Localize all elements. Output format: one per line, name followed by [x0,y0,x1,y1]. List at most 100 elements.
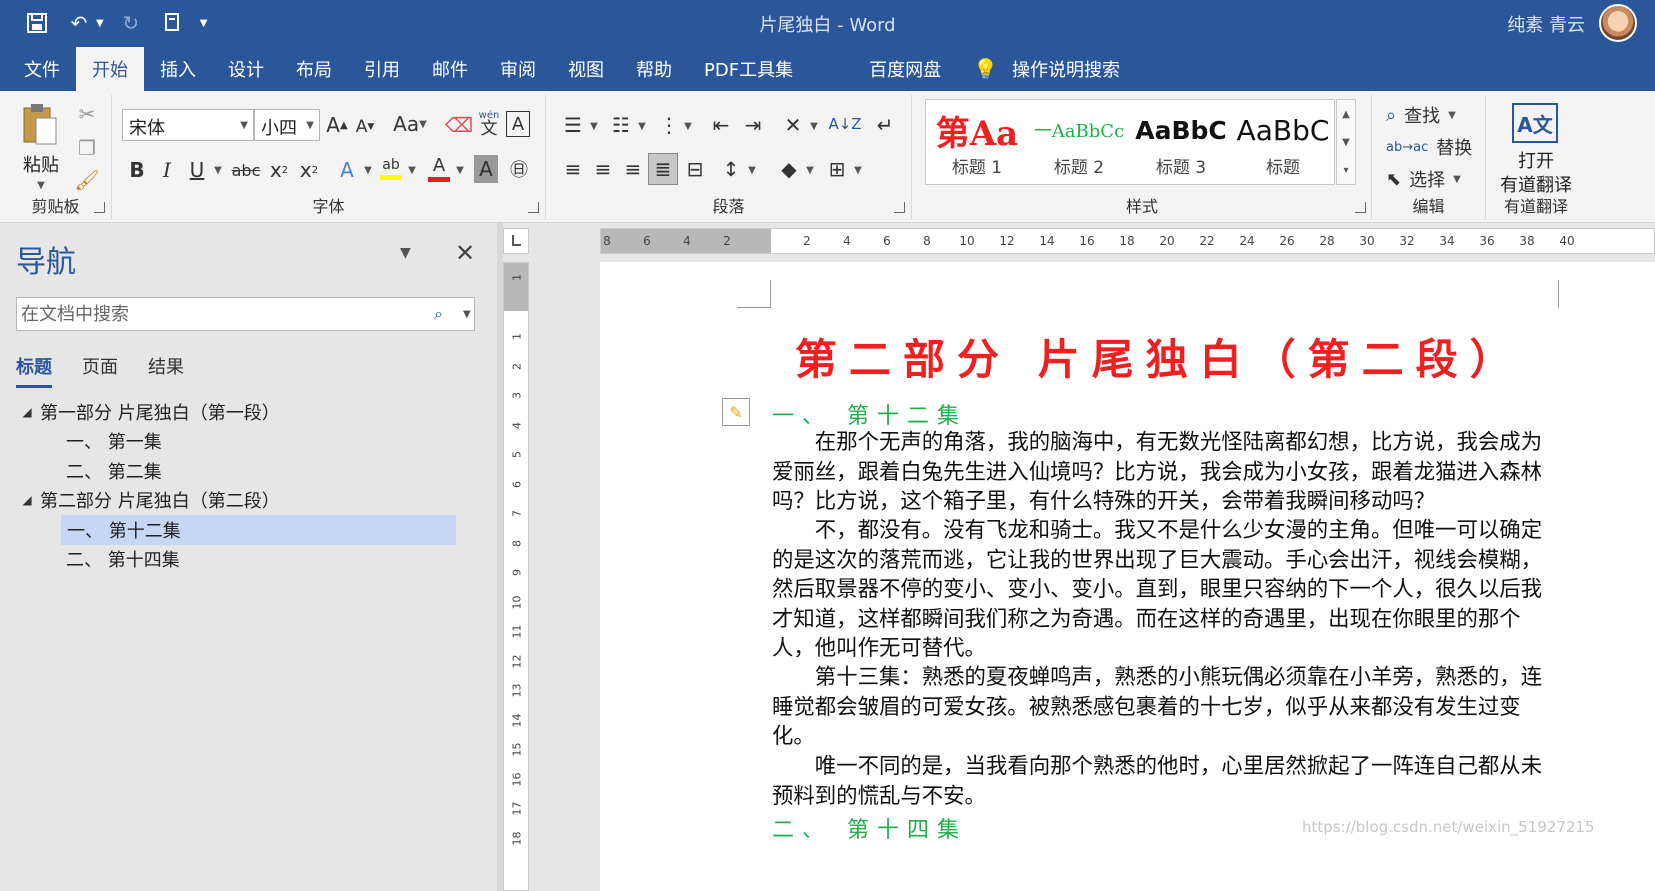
nav-search-box[interactable]: ⌕ ▼ [16,297,475,331]
tab-layout[interactable]: 布局 [280,47,348,91]
bullets-dropdown-icon[interactable]: ▼ [588,119,600,133]
phonetic-guide-icon[interactable]: wén 文 [476,107,502,141]
highlight-icon[interactable]: ab [378,153,404,185]
paragraph-launcher-icon[interactable] [894,202,905,213]
subscript-icon[interactable]: x2 [266,155,292,185]
tree-item-part-2[interactable]: ◢ 第二部分 片尾独白（第二段） [14,486,459,516]
nav-tab-pages[interactable]: 页面 [82,353,118,388]
numbering-icon[interactable]: ☷ [606,111,636,139]
character-border-icon[interactable]: A [506,111,530,137]
line-spacing-dropdown-icon[interactable]: ▼ [746,163,758,177]
document-page[interactable]: 第二部分 片尾独白（第二段） ✎ 一、 第十二集 在那个无声的角落，我的脑海中，… [600,262,1655,891]
style-heading-2[interactable]: 一AaBbCc 标题 2 [1028,100,1130,184]
tree-item-part-1[interactable]: ◢ 第一部分 片尾独白（第一段） [14,397,459,427]
styles-scroll-down-icon[interactable]: ▼ [1342,137,1350,148]
styles-gallery-scroll[interactable]: ▲ ▼ ▾ [1336,99,1356,185]
tab-design[interactable]: 设计 [212,47,280,91]
style-title[interactable]: AaBbC 标题 [1232,100,1334,184]
nav-search-input[interactable] [17,298,417,330]
underline-dropdown-icon[interactable]: ▼ [212,163,224,177]
show-marks-icon[interactable]: ↵ [870,111,900,139]
tab-selector-icon[interactable] [503,228,529,254]
styles-scroll-up-icon[interactable]: ▲ [1342,109,1350,120]
asian-layout-icon[interactable]: ✕ [778,111,808,139]
close-icon[interactable]: ✕ [455,239,475,267]
shrink-font-icon[interactable]: A ▼ [352,113,378,141]
numbering-dropdown-icon[interactable]: ▼ [636,119,648,133]
highlight-dropdown-icon[interactable]: ▼ [406,163,418,177]
paragraph-3[interactable]: 第十三集：熟悉的夏夜蝉鸣声，熟悉的小熊玩偶必须靠在小羊旁，熟悉的，连睡觉都会皱眉… [772,663,1562,752]
tab-baidu-netdisk[interactable]: 百度网盘 [853,47,957,91]
change-case-icon[interactable]: Aa ▼ [390,109,430,139]
format-painter-icon[interactable]: 🖌 [74,167,100,193]
tree-item-ep-1[interactable]: 一、 第一集 [14,427,459,457]
tab-review[interactable]: 审阅 [484,47,552,91]
select-dropdown-icon[interactable]: ▼ [1453,174,1461,185]
font-launcher-icon[interactable] [528,202,539,213]
paste-dropdown-icon[interactable]: ▼ [34,179,48,191]
shading-dropdown-icon[interactable]: ▼ [804,163,816,177]
tab-home[interactable]: 开始 [76,47,144,91]
shading-icon[interactable]: ◆ [774,155,804,183]
paste-icon[interactable] [18,101,62,149]
tree-item-ep-2[interactable]: 二、 第二集 [14,456,459,486]
paragraph-1[interactable]: 在那个无声的角落，我的脑海中，有无数光怪陆离都幻想，比方说，我会成为爱丽丝，跟着… [772,428,1562,517]
text-effects-dropdown-icon[interactable]: ▼ [362,163,374,177]
paste-label[interactable]: 粘贴 [18,151,64,177]
justify-icon[interactable]: ≣ [648,153,678,185]
undo-icon[interactable]: ↶ [64,8,94,38]
open-youdao-line1[interactable]: 打开 [1488,147,1584,173]
distributed-icon[interactable]: ⊟ [680,155,710,183]
undo-dropdown-icon[interactable]: ▼ [96,18,104,29]
horizontal-ruler[interactable]: 8 6 4 2 2 4 6 8 10 12 14 16 18 20 22 24 26 28 30 32 34 36 38 40 [600,228,1655,254]
document-title[interactable]: 第二部分 片尾独白（第二段） [795,326,1524,387]
find-dropdown-icon[interactable]: ▼ [1448,110,1456,121]
bullets-icon[interactable]: ☰ [558,111,588,139]
font-color-dropdown-icon[interactable]: ▼ [454,163,466,177]
tab-help[interactable]: 帮助 [620,47,688,91]
tab-pdf-tools[interactable]: PDF工具集 [688,47,809,91]
styles-more-icon[interactable]: ▾ [1343,165,1348,176]
font-name-combo[interactable]: 宋体 ▼ [122,109,254,141]
style-heading-3[interactable]: AaBbC 标题 3 [1130,100,1232,184]
align-center-icon[interactable]: ≡ [588,155,618,183]
cut-icon[interactable]: ✂ [74,101,100,127]
save-icon[interactable] [22,8,52,38]
tell-me-search[interactable]: 💡 操作说明搜索 [957,47,1136,91]
customize-qat-icon[interactable]: ▼ [200,18,208,29]
replace-button[interactable]: ab→ac 替换 [1386,133,1482,161]
touch-mode-icon[interactable] [158,8,188,38]
increase-indent-icon[interactable]: ⇥ [738,111,768,139]
borders-icon[interactable]: ⊞ [822,155,852,183]
tab-view[interactable]: 视图 [552,47,620,91]
align-left-icon[interactable]: ≡ [558,155,588,183]
collapse-triangle-icon[interactable]: ◢ [14,405,40,419]
nav-tab-headings[interactable]: 标题 [16,353,52,388]
font-name-dropdown-icon[interactable]: ▼ [240,120,248,131]
bold-icon[interactable]: B [124,155,150,185]
borders-dropdown-icon[interactable]: ▼ [852,163,864,177]
comment-icon[interactable]: ✎ [722,398,750,426]
enclose-characters-icon[interactable]: ㊐ [506,155,532,183]
collapse-triangle-icon[interactable]: ◢ [14,493,40,507]
font-size-dropdown-icon[interactable]: ▼ [306,120,314,131]
select-button[interactable]: ⬉ 选择 ▼ [1386,165,1482,193]
heading-episode-12[interactable]: 一、 第十二集 [772,398,967,430]
character-shading-icon[interactable]: A [474,155,498,183]
tab-file[interactable]: 文件 [8,47,76,91]
clipboard-launcher-icon[interactable] [94,202,105,213]
paragraph-2[interactable]: 不，都没有。没有飞龙和骑士。我又不是什么少女漫的主角。但唯一可以确定的是这次的落… [772,516,1562,664]
text-effects-icon[interactable]: A [334,155,360,185]
line-spacing-icon[interactable]: ↕ [716,155,746,183]
tree-item-ep-14[interactable]: 二、 第十四集 [14,545,459,575]
align-right-icon[interactable]: ≡ [618,155,648,183]
translate-icon[interactable]: A文 [1512,103,1558,143]
asian-layout-dropdown-icon[interactable]: ▼ [808,119,820,133]
vertical-ruler[interactable]: 1 1 2 3 4 5 6 7 8 9 10 11 12 13 14 15 16 17 18 [503,262,529,891]
strikethrough-icon[interactable]: abc [228,155,264,185]
grow-font-icon[interactable]: A ▲ [324,111,350,139]
italic-icon[interactable]: I [154,155,180,185]
nav-tab-results[interactable]: 结果 [148,353,184,388]
multilevel-list-dropdown-icon[interactable]: ▼ [682,119,694,133]
tree-item-ep-12[interactable]: 一、 第十二集 [61,515,456,545]
